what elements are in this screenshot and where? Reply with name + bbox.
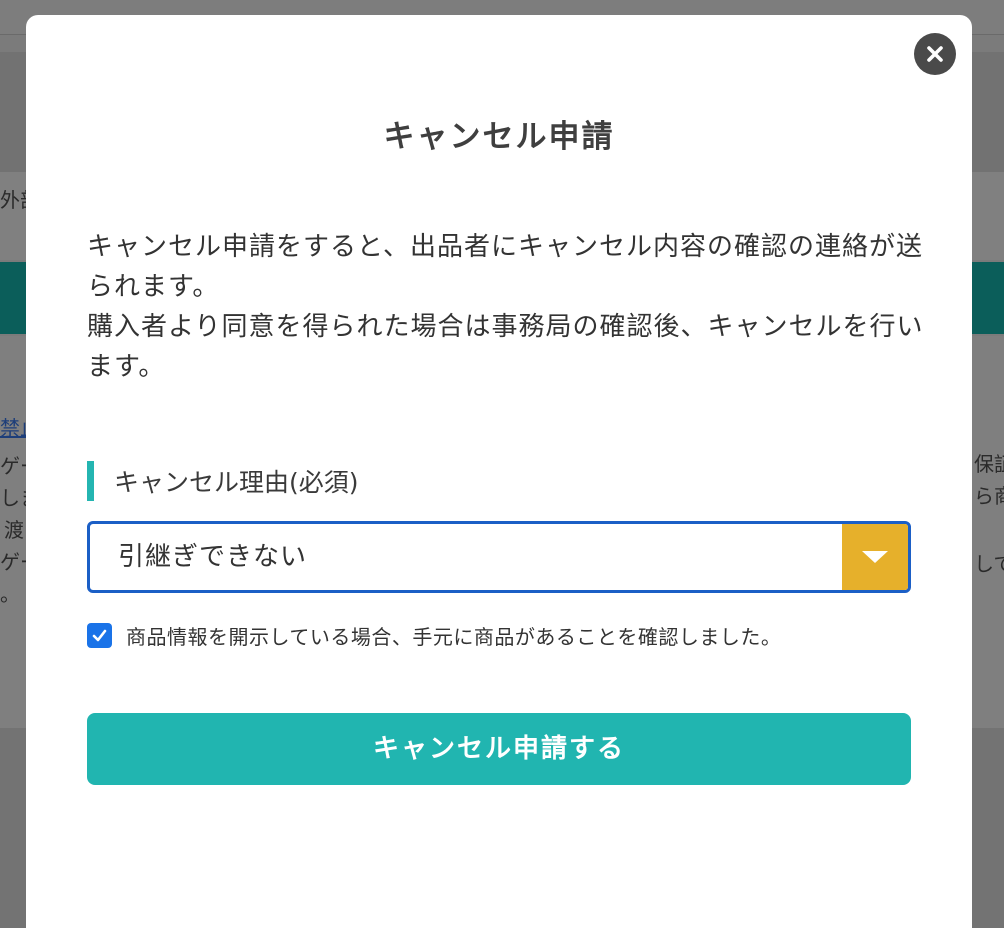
background-text-fragment: 。 <box>0 582 20 606</box>
close-button[interactable] <box>914 33 956 75</box>
background-text-fragment: ら商 <box>974 484 1004 508</box>
modal-description: キャンセル申請をすると、出品者にキャンセル内容の確認の連絡が送られます。 購入者… <box>87 227 927 387</box>
modal-title: キャンセル申請 <box>383 119 615 155</box>
reason-section-label: キャンセル理由(必須) <box>87 461 359 501</box>
section-accent-bar <box>87 461 94 501</box>
description-line: 購入者より同意を得られた場合は事務局の確認後、キャンセルを行います。 <box>87 312 924 382</box>
confirm-checkbox-row: 商品情報を開示している場合、手元に商品があることを確認しました。 <box>87 621 781 650</box>
checkmark-icon <box>92 629 107 642</box>
chevron-down-icon <box>862 551 888 563</box>
background-text-fragment: して <box>974 552 1004 576</box>
background-text-fragment: 渡 <box>4 518 24 542</box>
confirm-checkbox[interactable] <box>87 623 112 648</box>
cancel-request-modal: キャンセル申請 キャンセル申請をすると、出品者にキャンセル内容の確認の連絡が送ら… <box>26 15 972 928</box>
submit-cancel-request-button[interactable]: キャンセル申請する <box>87 713 911 785</box>
reason-label: キャンセル理由(必須) <box>114 468 359 497</box>
cancel-reason-select[interactable]: 引継ぎできない <box>87 521 911 593</box>
close-icon <box>927 46 943 62</box>
confirm-checkbox-label[interactable]: 商品情報を開示している場合、手元に商品があることを確認しました。 <box>126 621 781 650</box>
background-text-fragment: 保証 <box>974 452 1004 476</box>
cancel-reason-selected-value: 引継ぎできない <box>118 542 308 572</box>
select-arrow-button[interactable] <box>842 524 908 590</box>
description-line: キャンセル申請をすると、出品者にキャンセル内容の確認の連絡が送られます。 <box>87 232 923 302</box>
